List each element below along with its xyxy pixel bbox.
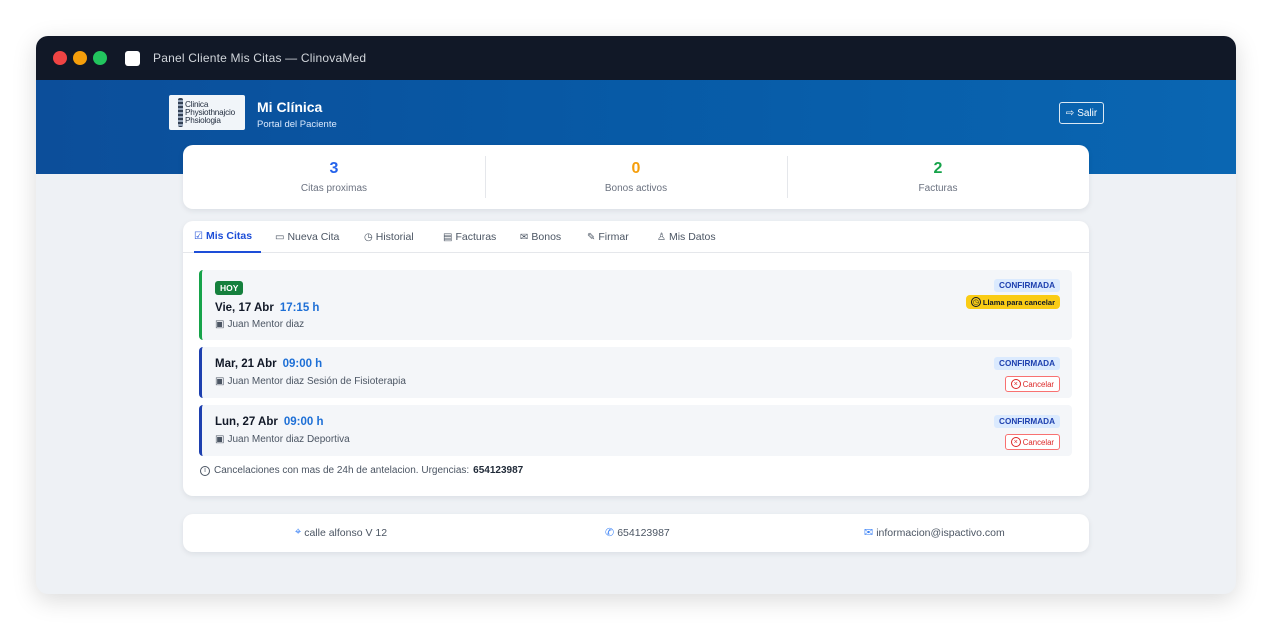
tab-label: Facturas	[455, 231, 497, 243]
portal-subtitle: Portal del Paciente	[257, 119, 337, 130]
tab-bar: ☑ Mis Citas ▭ Nueva Cita ◷ Historial ▤ F…	[183, 221, 1089, 253]
tab-label: Bonos	[531, 231, 562, 243]
call-to-cancel-label: Llama para cancelar	[982, 297, 1055, 307]
envelope-icon: ✉	[864, 527, 874, 539]
appointment-date: Vie, 17 Abr	[215, 302, 274, 314]
professional-name: Juan Mentor diaz Deportiva	[227, 434, 350, 445]
footer-email[interactable]: ✉ informacion@ispactivo.com	[864, 526, 1005, 540]
appointment-time: 09:00 h	[283, 416, 324, 428]
cancellation-note: i Cancelaciones con mas de 24h de antela…	[200, 465, 523, 476]
close-window-button[interactable]	[53, 51, 67, 65]
logout-button[interactable]: ⇨ Salir	[1059, 102, 1104, 124]
appointment-time: 17:15 h	[279, 302, 320, 314]
tab-label: Historial	[375, 231, 414, 243]
app-icon	[125, 50, 140, 66]
spine-logo-icon	[178, 98, 183, 127]
stat-invoices: 2 Facturas	[787, 145, 1089, 209]
user-gear-icon: ♙	[657, 231, 666, 243]
note-text: Cancelaciones con mas de 24h de antelaci…	[214, 465, 470, 476]
browser-window: Panel Cliente Mis Citas — ClinovaMed Cli…	[36, 36, 1236, 594]
tab-mis-citas[interactable]: ☑ Mis Citas	[194, 221, 261, 253]
footer-address[interactable]: ⌖ calle alfonso V 12	[295, 526, 387, 539]
clock-icon: ◷	[970, 297, 981, 307]
stat-label: Facturas	[918, 183, 958, 194]
appointment-time: 09:00 h	[282, 358, 323, 370]
stat-value: 3	[329, 160, 339, 177]
tab-facturas[interactable]: ▤ Facturas	[443, 221, 496, 253]
cancel-label: Cancelar	[1022, 379, 1054, 389]
address-text: calle alfonso V 12	[304, 526, 388, 539]
appointment-professional: ▣ Juan Mentor diaz	[215, 319, 304, 330]
calendar-check-icon: ☑	[194, 230, 203, 242]
clock-icon: ◷	[364, 231, 373, 243]
maximize-window-button[interactable]	[93, 51, 107, 65]
appointments-card: ☑ Mis Citas ▭ Nueva Cita ◷ Historial ▤ F…	[183, 221, 1089, 496]
id-badge-icon: ▣	[215, 319, 225, 330]
footer-phone[interactable]: ✆ 654123987	[605, 526, 670, 540]
tab-label: Firmar	[598, 231, 629, 243]
clinic-name: Mi Clínica	[257, 99, 323, 115]
window-title: Panel Cliente Mis Citas — ClinovaMed	[153, 51, 367, 65]
appointment-item: Lun, 27 Abr 09:00 h ▣ Juan Mentor diaz De…	[199, 405, 1072, 456]
stat-vouchers: 0 Bonos activos	[485, 145, 787, 209]
appointment-professional: ▣ Juan Mentor diaz Sesión de Fisioterapi…	[215, 376, 406, 387]
stat-value: 2	[933, 160, 943, 177]
status-badge: CONFIRMADA	[994, 415, 1060, 428]
map-pin-icon: ⌖	[295, 526, 302, 538]
phone-text: 654123987	[617, 526, 670, 539]
cancel-appointment-button[interactable]: × Cancelar	[1004, 434, 1060, 450]
id-badge-icon: ▣	[215, 434, 225, 445]
title-bar: Panel Cliente Mis Citas — ClinovaMed	[36, 36, 1236, 80]
appointment-datetime: Vie, 17 Abr 17:15 h	[215, 302, 319, 314]
cancel-appointment-button[interactable]: × Cancelar	[1004, 376, 1060, 392]
tab-label: Nueva Cita	[287, 231, 340, 243]
stat-label: Citas proximas	[300, 183, 368, 194]
status-badge: CONFIRMADA	[994, 357, 1060, 370]
cancel-label: Cancelar	[1022, 437, 1054, 447]
contact-footer: ⌖ calle alfonso V 12 ✆ 654123987 ✉ infor…	[183, 514, 1089, 552]
x-circle-icon: ×	[1010, 437, 1021, 447]
email-text: informacion@ispactivo.com	[876, 526, 1005, 539]
id-badge-icon: ▣	[215, 376, 225, 387]
appointment-date: Lun, 27 Abr	[215, 416, 278, 428]
status-badge: CONFIRMADA	[994, 279, 1060, 292]
professional-name: Juan Mentor diaz	[227, 319, 305, 330]
professional-name: Juan Mentor diaz Sesión de Fisioterapia	[227, 376, 406, 387]
logout-icon: ⇨	[1065, 107, 1075, 119]
appointment-datetime: Lun, 27 Abr 09:00 h	[215, 416, 323, 428]
tab-label: Mis Citas	[205, 230, 253, 242]
calendar-plus-icon: ▭	[275, 231, 285, 243]
call-to-cancel-badge: ◷ Llama para cancelar	[965, 295, 1060, 309]
tab-mis-datos[interactable]: ♙ Mis Datos	[657, 221, 716, 253]
tab-nueva-cita[interactable]: ▭ Nueva Cita	[275, 221, 339, 253]
today-badge: HOY	[215, 281, 244, 295]
pen-icon: ✎	[587, 231, 596, 243]
stats-card: 3 Citas proximas 0 Bonos activos 2 Factu…	[183, 145, 1089, 209]
minimize-window-button[interactable]	[73, 51, 87, 65]
x-circle-icon: ×	[1010, 379, 1021, 389]
appointment-date: Mar, 21 Abr	[215, 358, 277, 370]
tab-historial[interactable]: ◷ Historial	[364, 221, 414, 253]
phone-icon: ✆	[605, 527, 615, 539]
tab-bonos[interactable]: ✉ Bonos	[520, 221, 561, 253]
appointment-professional: ▣ Juan Mentor diaz Deportiva	[215, 434, 350, 445]
tab-firmar[interactable]: ✎ Firmar	[587, 221, 629, 253]
stat-value: 0	[631, 160, 641, 177]
stat-upcoming: 3 Citas proximas	[183, 145, 485, 209]
urgent-phone: 654123987	[473, 465, 524, 476]
clinic-logo: Clinica Physiothnajcio Phsiologia	[169, 95, 245, 130]
appointment-item: Mar, 21 Abr 09:00 h ▣ Juan Mentor diaz Se…	[199, 347, 1072, 398]
info-icon: i	[200, 465, 210, 476]
stat-label: Bonos activos	[604, 183, 668, 194]
ticket-icon: ✉	[520, 231, 529, 243]
appointment-datetime: Mar, 21 Abr 09:00 h	[215, 358, 322, 370]
logo-line: Phsiologia	[185, 115, 221, 125]
appointment-item: HOY Vie, 17 Abr 17:15 h ▣ Juan Mentor dia…	[199, 270, 1072, 340]
invoice-icon: ▤	[443, 231, 453, 243]
tab-label: Mis Datos	[668, 231, 716, 243]
logout-label: Salir	[1077, 107, 1098, 119]
